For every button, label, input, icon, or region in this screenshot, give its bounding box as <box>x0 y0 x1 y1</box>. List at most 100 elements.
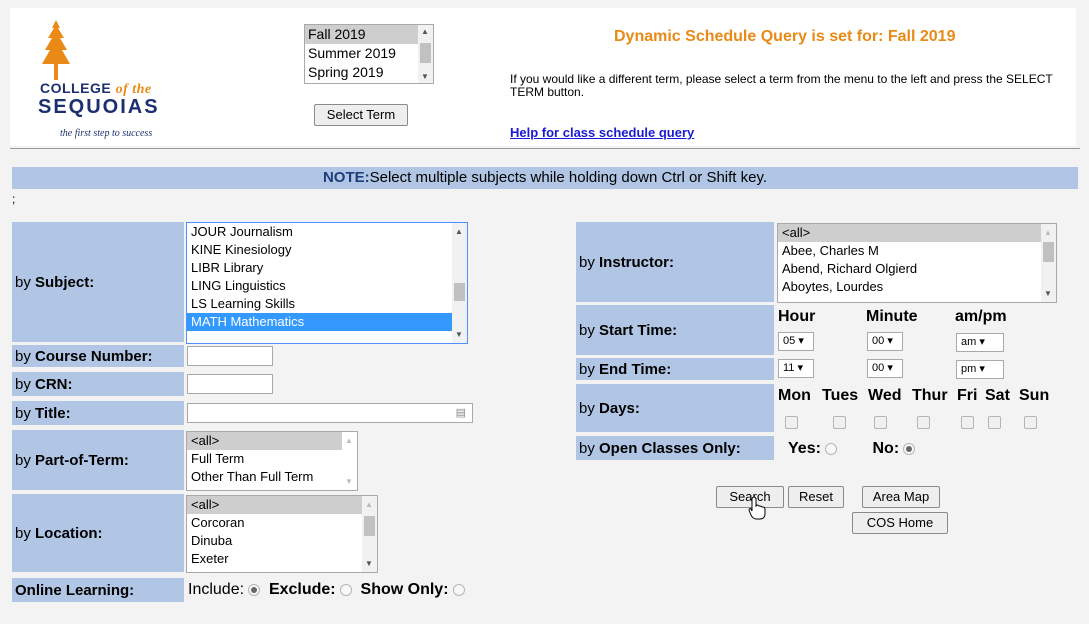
location-option[interactable]: Exeter <box>187 550 377 568</box>
course-number-input[interactable] <box>187 346 273 366</box>
term-option[interactable]: Spring 2019 <box>305 63 433 82</box>
subject-option[interactable]: JOUR Journalism <box>187 223 467 241</box>
location-option[interactable]: <all> <box>187 496 362 514</box>
scroll-up-icon[interactable]: ▲ <box>421 27 429 36</box>
scroll-up-icon[interactable]: ▲ <box>1044 228 1052 237</box>
scroll-down-icon[interactable]: ▼ <box>1044 289 1052 298</box>
scroll-thumb[interactable] <box>364 516 375 536</box>
scroll-down-icon[interactable]: ▼ <box>365 559 373 568</box>
part-of-term-listbox[interactable]: <all> Full Term Other Than Full Term ▲ ▼ <box>186 431 358 491</box>
subject-option[interactable]: LS Learning Skills <box>187 295 467 313</box>
crn-label: by CRN: <box>12 372 184 396</box>
part-of-term-option[interactable]: <all> <box>187 432 342 450</box>
end-minute-select[interactable]: 00 ▾ <box>867 359 903 378</box>
page-title: Dynamic Schedule Query is set for: Fall … <box>614 28 956 45</box>
subject-option[interactable]: KINE Kinesiology <box>187 241 467 259</box>
chevron-down-icon: ▾ <box>887 335 893 347</box>
scroll-thumb[interactable] <box>454 283 465 301</box>
subject-option-selected[interactable]: MATH Mathematics <box>187 313 467 331</box>
day-checkbox-sat[interactable] <box>988 416 1001 429</box>
no-label: No: <box>872 440 900 457</box>
day-checkbox-mon[interactable] <box>785 416 798 429</box>
end-ampm-select[interactable]: pm ▾ <box>956 360 1004 379</box>
instructor-option[interactable]: <all> <box>778 224 1041 242</box>
day-checkbox-thur[interactable] <box>917 416 930 429</box>
select-term-button[interactable]: Select Term <box>314 104 408 126</box>
scroll-thumb[interactable] <box>420 43 431 63</box>
term-scrollbar[interactable]: ▲ ▼ <box>418 25 433 83</box>
instructor-option[interactable]: Aboytes, Lourdes <box>778 278 1056 296</box>
minute-header: Minute <box>866 308 918 325</box>
scroll-down-icon[interactable]: ▼ <box>421 72 429 81</box>
include-radio[interactable] <box>248 583 261 596</box>
scroll-up-icon[interactable]: ▲ <box>345 436 353 445</box>
subject-scrollbar[interactable]: ▲ ▼ <box>452 223 467 343</box>
crn-input[interactable] <box>187 374 273 394</box>
start-hour-select[interactable]: 05 ▾ <box>778 332 814 351</box>
chevron-down-icon: ▾ <box>798 335 804 347</box>
cos-home-button[interactable]: COS Home <box>852 512 948 534</box>
subject-option[interactable]: LIBR Library <box>187 259 467 277</box>
term-select[interactable]: Fall 2019 Summer 2019 Spring 2019 ▲ ▼ <box>304 24 434 84</box>
location-label: by Location: <box>12 494 184 572</box>
location-option[interactable]: Corcoran <box>187 514 377 532</box>
instructions-text: If you would like a different term, plea… <box>510 72 1053 99</box>
no-radio[interactable] <box>903 442 916 455</box>
instructor-option[interactable]: Abee, Charles M <box>778 242 1056 260</box>
instructor-option[interactable]: Abend, Richard Olgierd <box>778 260 1056 278</box>
chevron-down-icon: ▾ <box>979 336 985 348</box>
day-header-sat: Sat <box>985 387 1010 404</box>
start-minute-select[interactable]: 00 ▾ <box>867 332 903 351</box>
instructor-listbox[interactable]: <all> Abee, Charles M Abend, Richard Olg… <box>777 223 1057 303</box>
exclude-radio[interactable] <box>339 583 352 596</box>
subject-listbox[interactable]: JOUR Journalism KINE Kinesiology LIBR Li… <box>186 222 468 344</box>
part-of-term-option[interactable]: Full Term <box>187 450 357 468</box>
part-of-term-option[interactable]: Other Than Full Term <box>187 468 357 486</box>
day-checkbox-wed[interactable] <box>874 416 887 429</box>
instructor-scrollbar[interactable]: ▲ ▼ <box>1041 224 1056 302</box>
end-hour-select[interactable]: 11 ▾ <box>778 359 814 378</box>
autofill-icon[interactable]: ▤ <box>456 406 466 419</box>
scroll-thumb[interactable] <box>1043 242 1054 262</box>
logo-tagline: the first step to success <box>60 128 153 139</box>
chevron-down-icon: ▾ <box>797 362 804 374</box>
yes-radio[interactable] <box>824 442 837 455</box>
scroll-up-icon[interactable]: ▲ <box>365 500 373 509</box>
reset-button[interactable]: Reset <box>788 486 844 508</box>
help-link[interactable]: Help for class schedule query <box>510 125 694 140</box>
title-input[interactable]: ▤ <box>187 403 473 423</box>
note-bar: NOTE:Select multiple subjects while hold… <box>12 167 1078 189</box>
open-classes-options: Yes: No: <box>788 440 916 458</box>
logo-college-text: COLLEGE <box>40 80 112 96</box>
title-label: by Title: <box>12 401 184 425</box>
instructor-label: by Instructor: <box>576 222 774 302</box>
day-header-wed: Wed <box>868 387 902 404</box>
part-of-term-scrollbar[interactable]: ▲ ▼ <box>342 432 357 490</box>
area-map-button[interactable]: Area Map <box>862 486 940 508</box>
show-only-label: Show Only: <box>360 581 449 598</box>
location-option[interactable]: Dinuba <box>187 532 377 550</box>
term-option[interactable]: Summer 2019 <box>305 44 433 63</box>
subject-option[interactable]: LING Linguistics <box>187 277 467 295</box>
term-option[interactable]: Fall 2019 <box>305 25 433 44</box>
day-checkbox-fri[interactable] <box>961 416 974 429</box>
hour-header: Hour <box>778 308 816 325</box>
show-only-radio[interactable] <box>452 583 465 596</box>
day-header-fri: Fri <box>957 387 978 404</box>
day-checkbox-tues[interactable] <box>833 416 846 429</box>
scroll-up-icon[interactable]: ▲ <box>455 227 463 236</box>
start-ampm-select[interactable]: am ▾ <box>956 333 1004 352</box>
logo-sequoias-text: SEQUOIAS <box>38 96 160 118</box>
day-header-tues: Tues <box>822 387 859 404</box>
chevron-down-icon: ▾ <box>887 362 893 374</box>
header: COLLEGE of the SEQUOIAS the first step t… <box>10 8 1076 146</box>
open-classes-label: by Open Classes Only: <box>576 436 774 460</box>
location-listbox[interactable]: <all> Corcoran Dinuba Exeter ▲ ▼ <box>186 495 378 573</box>
online-learning-label: Online Learning: <box>12 578 184 602</box>
scroll-down-icon[interactable]: ▼ <box>345 477 353 486</box>
location-scrollbar[interactable]: ▲ ▼ <box>362 496 377 572</box>
scroll-down-icon[interactable]: ▼ <box>455 330 463 339</box>
day-checkbox-sun[interactable] <box>1024 416 1037 429</box>
college-logo[interactable]: COLLEGE of the SEQUOIAS the first step t… <box>24 14 214 142</box>
note-prefix: NOTE: <box>322 169 370 186</box>
